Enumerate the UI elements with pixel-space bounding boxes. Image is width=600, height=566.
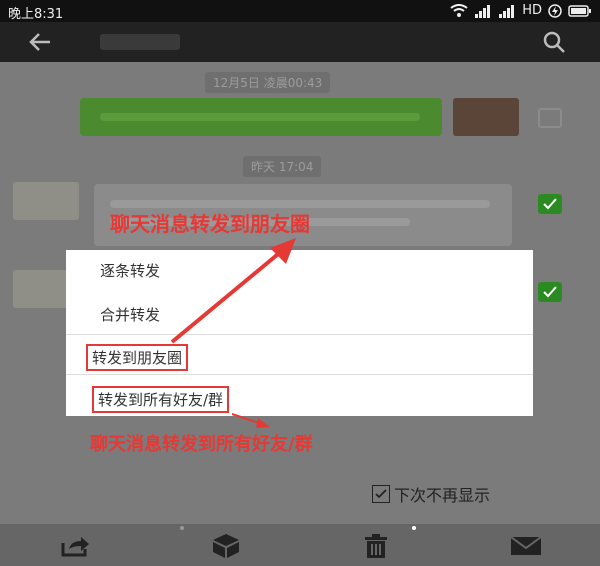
share-icon [61, 537, 89, 557]
annotation-arrow-top [170, 248, 285, 344]
mail-button[interactable] [508, 528, 544, 564]
trash-icon [365, 534, 387, 558]
page-indicator-dot-active [412, 526, 416, 530]
mail-icon [510, 536, 542, 555]
page-indicator-dot [180, 526, 184, 530]
cube-icon [213, 534, 239, 558]
delete-button[interactable] [358, 528, 394, 564]
annotation-arrowhead-bottom [256, 418, 270, 428]
bottom-toolbar [0, 524, 600, 566]
annotation-arrows [170, 238, 296, 428]
forward-button[interactable] [58, 528, 94, 564]
favorite-button[interactable] [208, 528, 244, 564]
annotation-bottom: 聊天消息转发到所有好友/群 [90, 434, 313, 455]
